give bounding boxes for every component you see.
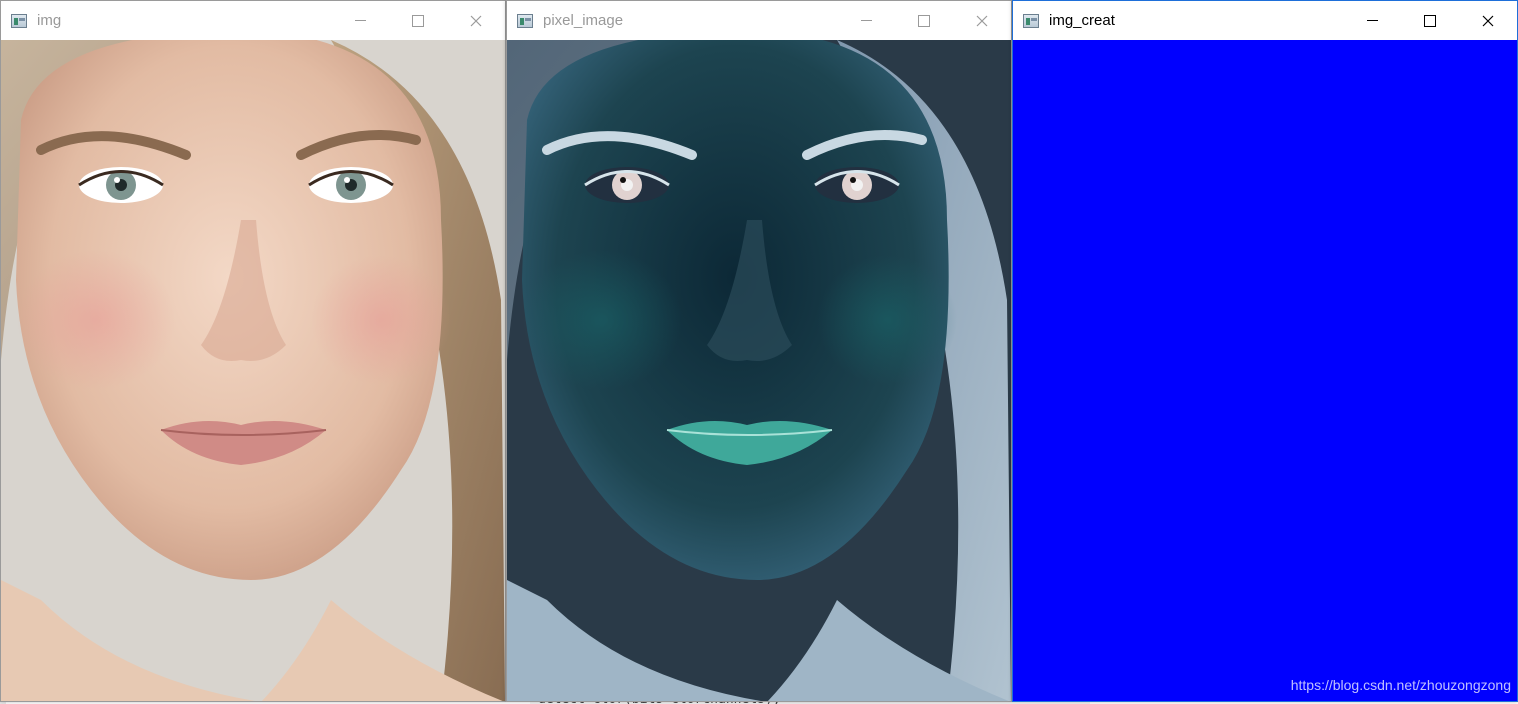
close-button[interactable] [447,1,505,40]
titlebar[interactable]: pixel_image [507,1,1011,40]
minimize-button[interactable] [1343,1,1401,40]
window-img-creat[interactable]: img_creat https://blog.csdn.net/zhouzong… [1012,0,1518,702]
close-icon [1482,15,1494,26]
maximize-button[interactable] [895,1,953,40]
minimize-button[interactable] [331,1,389,40]
window-title: img_creat [1049,12,1115,29]
watermark-text: https://blog.csdn.net/zhouzongzong [1290,677,1511,693]
desktop: detect clor(bits clorchannels), img [0,0,1518,704]
close-button[interactable] [1459,1,1517,40]
inverted-portrait-image [507,40,1011,701]
window-img[interactable]: img [0,0,506,702]
inverted-portrait-illustration [507,40,1011,701]
image-canvas [1,40,505,701]
image-canvas: https://blog.csdn.net/zhouzongzong [1013,40,1517,701]
portrait-illustration [1,40,505,701]
portrait-image [1,40,505,701]
app-icon [517,13,533,28]
close-button[interactable] [953,1,1011,40]
app-icon [1023,13,1039,28]
window-title: img [37,12,62,29]
blue-image [1013,40,1517,701]
app-icon [11,13,27,28]
titlebar[interactable]: img_creat [1013,1,1517,40]
maximize-icon [918,14,930,27]
maximize-button[interactable] [389,1,447,40]
minimize-icon [1366,20,1378,21]
minimize-icon [354,20,366,21]
maximize-icon [412,14,424,27]
minimize-icon [860,20,872,21]
titlebar[interactable]: img [1,1,505,40]
image-canvas [507,40,1011,701]
window-pixel-image[interactable]: pixel_image [506,0,1012,702]
minimize-button[interactable] [837,1,895,40]
close-icon [976,15,988,26]
close-icon [470,15,482,26]
window-title: pixel_image [543,12,624,29]
maximize-button[interactable] [1401,1,1459,40]
maximize-icon [1424,14,1436,27]
